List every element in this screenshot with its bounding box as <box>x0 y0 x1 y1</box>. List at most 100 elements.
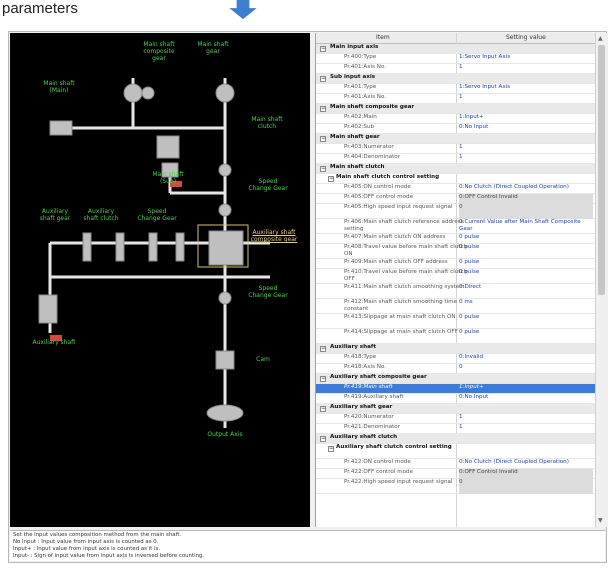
vertical-scrollbar[interactable]: ▲ ▼ <box>595 33 608 527</box>
parameter-value[interactable]: 0 pulse <box>459 244 593 259</box>
parameter-value[interactable]: 1 <box>459 94 593 104</box>
collapse-toggle-icon[interactable]: − <box>320 106 326 112</box>
parameter-row[interactable]: Pr.402:Main 1:Input+ <box>316 114 595 124</box>
parameter-row[interactable]: Pr.414:Slippage at main shaft clutch OFF… <box>316 329 595 344</box>
collapse-toggle-icon[interactable]: − <box>320 346 326 352</box>
scroll-down-icon[interactable]: ▼ <box>598 517 603 524</box>
collapse-toggle-icon[interactable]: − <box>328 446 334 452</box>
parameter-value[interactable]: 0:Direct <box>459 284 593 299</box>
parameter-value[interactable]: 1:Servo Input Axis <box>459 54 593 64</box>
parameter-row[interactable]: Pr.405:OFF control mode 0:OFF Control Inv… <box>316 194 595 204</box>
parameter-row[interactable]: Pr.410:Travel value before main shaft cl… <box>316 269 595 284</box>
category-row[interactable]: − Auxiliary shaft gear <box>316 404 595 414</box>
parameter-row[interactable]: Pr.413:Slippage at main shaft clutch ON 0… <box>316 314 595 329</box>
parameter-row[interactable]: Pr.405:High speed input request signal 0 <box>316 204 595 219</box>
parameter-row[interactable]: Pr.420:Numerator 1 <box>316 414 595 424</box>
parameter-row[interactable]: Pr.419:Auxiliary shaft 0:No Input <box>316 394 595 404</box>
category-row[interactable]: − Main shaft clutch <box>316 164 595 174</box>
subcategory-row[interactable]: − Auxiliary shaft clutch control setting <box>316 444 595 459</box>
parameter-value[interactable] <box>459 74 593 84</box>
collapse-toggle-icon[interactable]: − <box>320 46 326 52</box>
parameter-value[interactable] <box>459 44 593 54</box>
parameter-value[interactable]: 0 ms <box>459 299 593 314</box>
parameter-value[interactable]: 1 <box>459 414 593 424</box>
parameter-value[interactable]: 0 pulse <box>459 269 593 284</box>
parameter-value[interactable]: 0:OFF Control Invalid <box>459 194 593 204</box>
parameter-row[interactable]: Pr.401:Axis No. 1 <box>316 94 595 104</box>
parameter-row[interactable]: Pr.401:Axis No. 1 <box>316 64 595 74</box>
parameter-row[interactable]: Pr.418:Axis No. 0 <box>316 364 595 374</box>
parameter-value[interactable]: 0:Current Value after Main Shaft Composi… <box>459 219 593 234</box>
parameter-value[interactable]: 0 pulse <box>459 259 593 269</box>
category-row[interactable]: − Main shaft gear <box>316 134 595 144</box>
parameter-row[interactable]: Pr.405:ON control mode 0:No Clutch (Direc… <box>316 184 595 194</box>
parameter-row[interactable]: Pr.418:Type 0:Invalid <box>316 354 595 364</box>
parameter-row[interactable]: Pr.422:OFF control mode 0:OFF Control Inv… <box>316 469 595 479</box>
parameter-value[interactable]: 0:No Clutch (Direct Coupled Operation) <box>459 459 593 469</box>
parameter-row[interactable]: Pr.401:Type 1:Servo Input Axis <box>316 84 595 94</box>
parameter-value[interactable] <box>459 104 593 114</box>
parameter-row[interactable]: Pr.422:High speed input request signal 0 <box>316 479 595 494</box>
parameter-value[interactable]: 1 <box>459 144 593 154</box>
label-auxiliary-shaft-composite-gear[interactable]: Auxiliary shaft composite gear <box>250 229 298 243</box>
column-header-setting-value[interactable]: Setting value <box>506 34 546 41</box>
subcategory-row[interactable]: − Main shaft clutch control setting <box>316 174 595 184</box>
parameter-value[interactable]: 1 <box>459 154 593 164</box>
parameter-row[interactable]: Pr.408:Travel value before main shaft cl… <box>316 244 595 259</box>
parameter-value[interactable] <box>459 164 593 174</box>
parameter-value[interactable]: 0 <box>459 479 593 494</box>
category-row[interactable]: − Main shaft composite gear <box>316 104 595 114</box>
parameter-row[interactable]: Pr.403:Numerator 1 <box>316 144 595 154</box>
parameter-row[interactable]: Pr.404:Denominator 1 <box>316 154 595 164</box>
parameter-value[interactable]: 0:Invalid <box>459 354 593 364</box>
collapse-toggle-icon[interactable]: − <box>320 376 326 382</box>
parameter-row[interactable]: Pr.402:Sub 0:No Input <box>316 124 595 134</box>
collapse-toggle-icon[interactable]: − <box>320 136 326 142</box>
collapse-toggle-icon[interactable]: − <box>320 406 326 412</box>
parameter-name: Pr.419:Main shaft <box>344 384 393 390</box>
parameter-value[interactable] <box>459 444 593 459</box>
parameter-value[interactable]: 0 <box>459 364 593 374</box>
parameter-value[interactable]: 0:No Input <box>459 124 593 134</box>
parameter-value[interactable] <box>459 374 593 384</box>
collapse-toggle-icon[interactable]: − <box>320 166 326 172</box>
parameter-value[interactable]: 0:OFF Control Invalid <box>459 469 593 479</box>
category-row[interactable]: − Auxiliary shaft composite gear <box>316 374 595 384</box>
parameter-value[interactable] <box>459 134 593 144</box>
parameter-value[interactable]: 1 <box>459 64 593 74</box>
collapse-toggle-icon[interactable]: − <box>320 436 326 442</box>
collapse-toggle-icon[interactable]: − <box>320 76 326 82</box>
parameter-row[interactable]: Pr.412:Main shaft clutch smoothing time … <box>316 299 595 314</box>
category-row[interactable]: − Auxiliary shaft clutch <box>316 434 595 444</box>
parameter-value[interactable]: 0 pulse <box>459 234 593 244</box>
scrollbar-thumb[interactable] <box>598 45 605 295</box>
parameter-value[interactable] <box>459 174 593 184</box>
parameter-value[interactable] <box>459 404 593 414</box>
down-arrow-icon <box>229 0 257 20</box>
parameter-row[interactable]: Pr.411:Main shaft clutch smoothing syste… <box>316 284 595 299</box>
parameter-row[interactable]: Pr.422:ON control mode 0:No Clutch (Direc… <box>316 459 595 469</box>
parameter-row[interactable]: Pr.409:Main shaft clutch OFF address 0 pu… <box>316 259 595 269</box>
category-row[interactable]: − Auxiliary shaft <box>316 344 595 354</box>
parameter-value[interactable] <box>459 344 593 354</box>
parameter-row[interactable]: Pr.406:Main shaft clutch reference addre… <box>316 219 595 234</box>
parameter-value[interactable]: 0:No Clutch (Direct Coupled Operation) <box>459 184 593 194</box>
parameter-row[interactable]: Pr.400:Type 1:Servo Input Axis <box>316 54 595 64</box>
category-row[interactable]: − Sub input axis <box>316 74 595 84</box>
parameter-value[interactable]: 0:No Input <box>459 394 593 404</box>
parameter-value[interactable]: 1:Servo Input Axis <box>459 84 593 94</box>
parameter-value[interactable] <box>459 434 593 444</box>
collapse-toggle-icon[interactable]: − <box>328 176 334 182</box>
column-header-item[interactable]: Item <box>376 34 390 41</box>
scroll-up-icon[interactable]: ▲ <box>598 35 603 42</box>
parameter-row[interactable]: Pr.421:Denominator 1 <box>316 424 595 434</box>
parameter-row[interactable]: Pr.407:Main shaft clutch ON address 0 pul… <box>316 234 595 244</box>
parameter-row[interactable]: Pr.419:Main shaft 1:Input+ <box>316 384 595 394</box>
parameter-value[interactable]: 0 pulse <box>459 314 593 329</box>
category-row[interactable]: − Main input axis <box>316 44 595 54</box>
parameter-value[interactable]: 1:Input+ <box>459 384 593 394</box>
parameter-value[interactable]: 1 <box>459 424 593 434</box>
parameter-value[interactable]: 1:Input+ <box>459 114 593 124</box>
parameter-value[interactable]: 0 <box>459 204 593 219</box>
parameter-value[interactable]: 0 pulse <box>459 329 593 344</box>
